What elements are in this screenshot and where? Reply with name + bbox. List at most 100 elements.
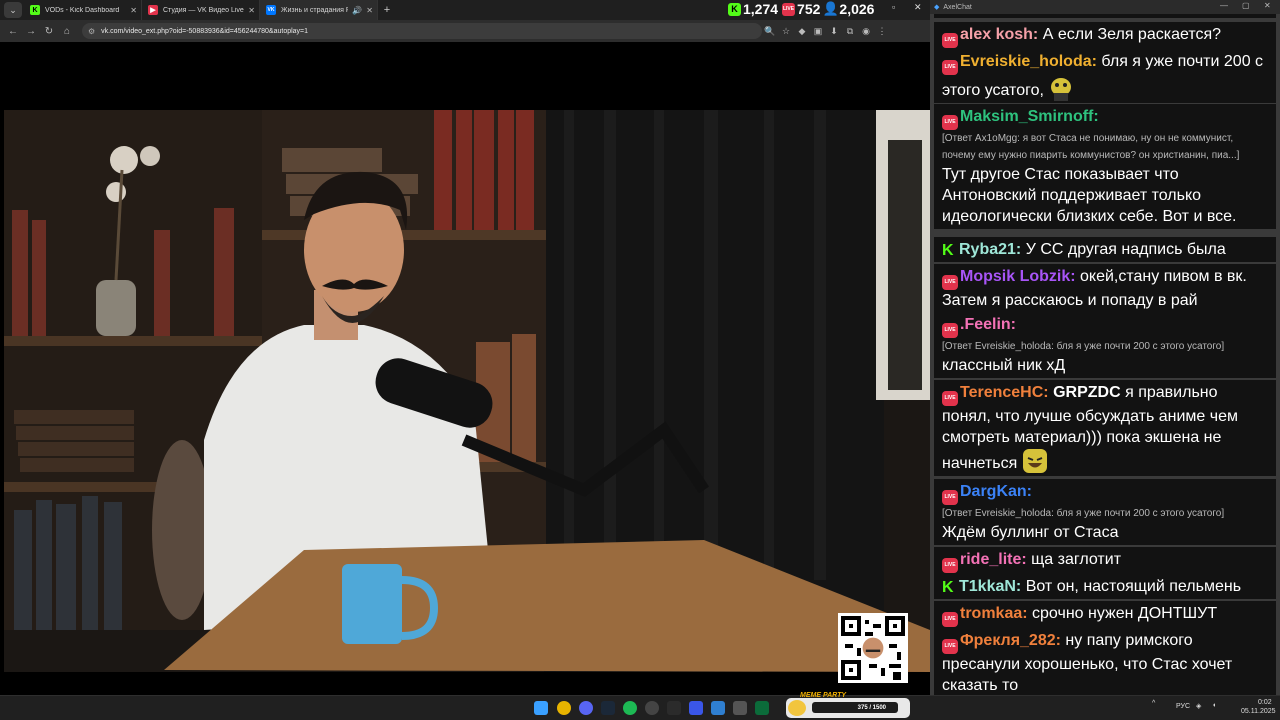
chat-reply-quote: [Ответ Evreiskie_holoda: бля я уже почти…	[942, 341, 1225, 352]
bookmark-star-icon[interactable]: ☆	[778, 26, 794, 37]
speaker-icon[interactable]: 🔊	[352, 6, 362, 15]
chat-username[interactable]: alex kosh:	[960, 26, 1038, 43]
chat-username[interactable]: Ryba21:	[959, 241, 1021, 258]
taskbar: MEME PARTY 375 / 1500 ^ РУС ◈ ◖ 0:02 05.…	[0, 692, 1280, 720]
chat-message: LIVE DargKan: [Ответ Evreiskie_holoda: бл…	[934, 479, 1276, 545]
chat-reply-quote: [Ответ Evreiskie_holoda: бля я уже почти…	[942, 508, 1225, 519]
tray-chevron-icon[interactable]: ^	[1152, 700, 1155, 707]
steam-icon[interactable]	[601, 701, 615, 715]
spotify-icon[interactable]	[623, 701, 637, 715]
vk-live-badge-icon: LIVE	[942, 612, 958, 627]
chat-username[interactable]: tromkaa:	[960, 605, 1028, 622]
chat-text: срочно нужен ДОНТШУТ	[1032, 605, 1218, 622]
app-icon[interactable]	[711, 701, 725, 715]
extension-icon[interactable]: ▣	[810, 26, 826, 37]
chat-text: У СС другая надпись была	[1025, 241, 1226, 258]
chat-username[interactable]: DargKan:	[960, 483, 1032, 500]
forward-icon[interactable]: →	[22, 26, 40, 37]
chat-message: K Ryba21: У СС другая надпись была	[934, 237, 1276, 262]
chat-username[interactable]: T1kkaN:	[959, 578, 1021, 595]
meme-party-widget: MEME PARTY 375 / 1500	[786, 692, 910, 718]
tab-vk-video[interactable]: VK Жизнь и страдания Роман… 🔊 ✕	[260, 0, 378, 20]
url-text: vk.com/video_ext.php?oid=-50883936&id=45…	[101, 27, 309, 35]
qr-pattern	[841, 616, 905, 680]
chat-username[interactable]: TerenceHC:	[960, 384, 1049, 401]
video-player[interactable]	[4, 110, 930, 672]
chat-username[interactable]: Фрекля_282:	[960, 632, 1061, 649]
close-tab-icon[interactable]: ✕	[366, 6, 373, 15]
minimize-icon[interactable]: —	[1220, 1, 1228, 10]
tab-kick-dashboard[interactable]: K VODs - Kick Dashboard ✕	[24, 0, 142, 20]
vk-live-badge-icon: LIVE	[942, 60, 958, 75]
app-icon[interactable]	[733, 701, 747, 715]
close-tab-icon[interactable]: ✕	[130, 6, 137, 15]
meme-title: MEME PARTY	[800, 692, 847, 699]
home-icon[interactable]: ⌂	[58, 26, 76, 37]
chat-username[interactable]: ride_lite:	[960, 551, 1027, 568]
total-viewers: 2,026	[839, 1, 875, 17]
app-icon[interactable]	[755, 701, 769, 715]
chat-text: Ждём буллинг от Стаса	[942, 524, 1119, 541]
app-icon[interactable]	[689, 701, 703, 715]
language-indicator[interactable]: РУС	[1176, 703, 1190, 710]
menu-icon[interactable]: ⋮	[874, 26, 890, 37]
reload-icon[interactable]: ↻	[40, 26, 58, 37]
clock-date[interactable]: 05.11.2025	[1241, 708, 1276, 715]
chat-feed[interactable]: LIVE alex kosh: А если Зеля раскается? LI…	[930, 14, 1280, 695]
obs-icon[interactable]	[645, 701, 659, 715]
zoom-icon[interactable]: 🔍	[762, 26, 778, 37]
chat-message-partial	[934, 14, 1276, 18]
url-field[interactable]: ⚙ vk.com/video_ext.php?oid=-50883936&id=…	[82, 23, 762, 39]
clock-time[interactable]: 0:02	[1258, 699, 1272, 706]
chat-message: LIVE Evreiskie_holoda: бля я уже почти 20…	[934, 49, 1276, 103]
cast-icon[interactable]: ⧉	[842, 26, 858, 37]
close-tab-icon[interactable]: ✕	[248, 6, 255, 15]
tab-title: VODs - Kick Dashboard	[45, 6, 120, 14]
chat-text: классный ник хД	[942, 357, 1066, 374]
kick-icon: K	[30, 5, 40, 15]
vk-icon: VK	[266, 5, 276, 15]
chat-message: LIVE .Feelin: [Ответ Evreiskie_holoda: бл…	[934, 312, 1276, 378]
restore-icon[interactable]: ▫	[892, 2, 895, 12]
new-tab-button[interactable]: +	[378, 4, 396, 16]
start-windows-icon[interactable]	[534, 701, 548, 715]
axelchat-icon: ◆	[934, 4, 940, 11]
chat-message: LIVE TerenceHC: GRPZDC я правильно понял,…	[934, 380, 1276, 476]
volume-icon[interactable]: ◖	[1212, 702, 1216, 709]
video-frame	[4, 110, 930, 672]
vk-live-badge-icon: LIVE	[942, 115, 958, 130]
chat-message: LIVE tromkaa: срочно нужен ДОНТШУТ	[934, 601, 1276, 629]
chat-mention: GRPZDC	[1053, 384, 1121, 401]
vk-live-badge-icon: LIVE	[942, 558, 958, 573]
app-icon[interactable]	[667, 701, 681, 715]
chrome-icon[interactable]	[557, 701, 571, 715]
maximize-icon[interactable]: ▢	[1242, 1, 1250, 10]
profile-icon[interactable]: ◉	[858, 26, 874, 37]
back-icon[interactable]: ←	[4, 26, 22, 37]
site-info-icon[interactable]: ⚙	[88, 27, 95, 36]
chat-message: LIVE alex kosh: А если Зеля раскается?	[934, 22, 1276, 50]
chat-username[interactable]: Mopsik Lobzik:	[960, 268, 1076, 285]
wifi-icon[interactable]: ◈	[1196, 702, 1201, 710]
close-window-icon[interactable]: ✕	[914, 2, 922, 13]
meme-progress: 375 / 1500	[812, 702, 898, 713]
tab-vk-studio[interactable]: ▶ Студия — VK Видео Live ✕	[142, 0, 260, 20]
vk-live-badge-icon: LIVE	[942, 33, 958, 48]
qr-code	[838, 613, 908, 683]
vk-live-counter: LIVE 752	[782, 1, 820, 17]
tab-search-icon[interactable]: ⌄	[4, 2, 22, 18]
chat-message: LIVE ride_lite: ща заглотит	[934, 547, 1276, 575]
kick-badge-icon: K	[942, 579, 954, 596]
chat-username[interactable]: Maksim_Smirnoff:	[960, 108, 1099, 125]
vk-live-badge-icon: LIVE	[942, 391, 958, 406]
close-window-icon[interactable]: ✕	[1264, 1, 1271, 10]
kick-counter: K 1,274	[728, 1, 778, 17]
discord-icon[interactable]	[579, 701, 593, 715]
chat-text: Вот он, настоящий пельмень	[1025, 578, 1242, 595]
vk-live-badge-icon: LIVE	[942, 275, 958, 290]
viewer-counters: K 1,274 LIVE 752 👤 2,026	[728, 0, 874, 18]
download-icon[interactable]: ⬇	[826, 26, 842, 37]
chat-username[interactable]: .Feelin:	[960, 316, 1016, 333]
extension-icon[interactable]: ◆	[794, 26, 810, 37]
chat-username[interactable]: Evreiskie_holoda:	[960, 53, 1097, 70]
